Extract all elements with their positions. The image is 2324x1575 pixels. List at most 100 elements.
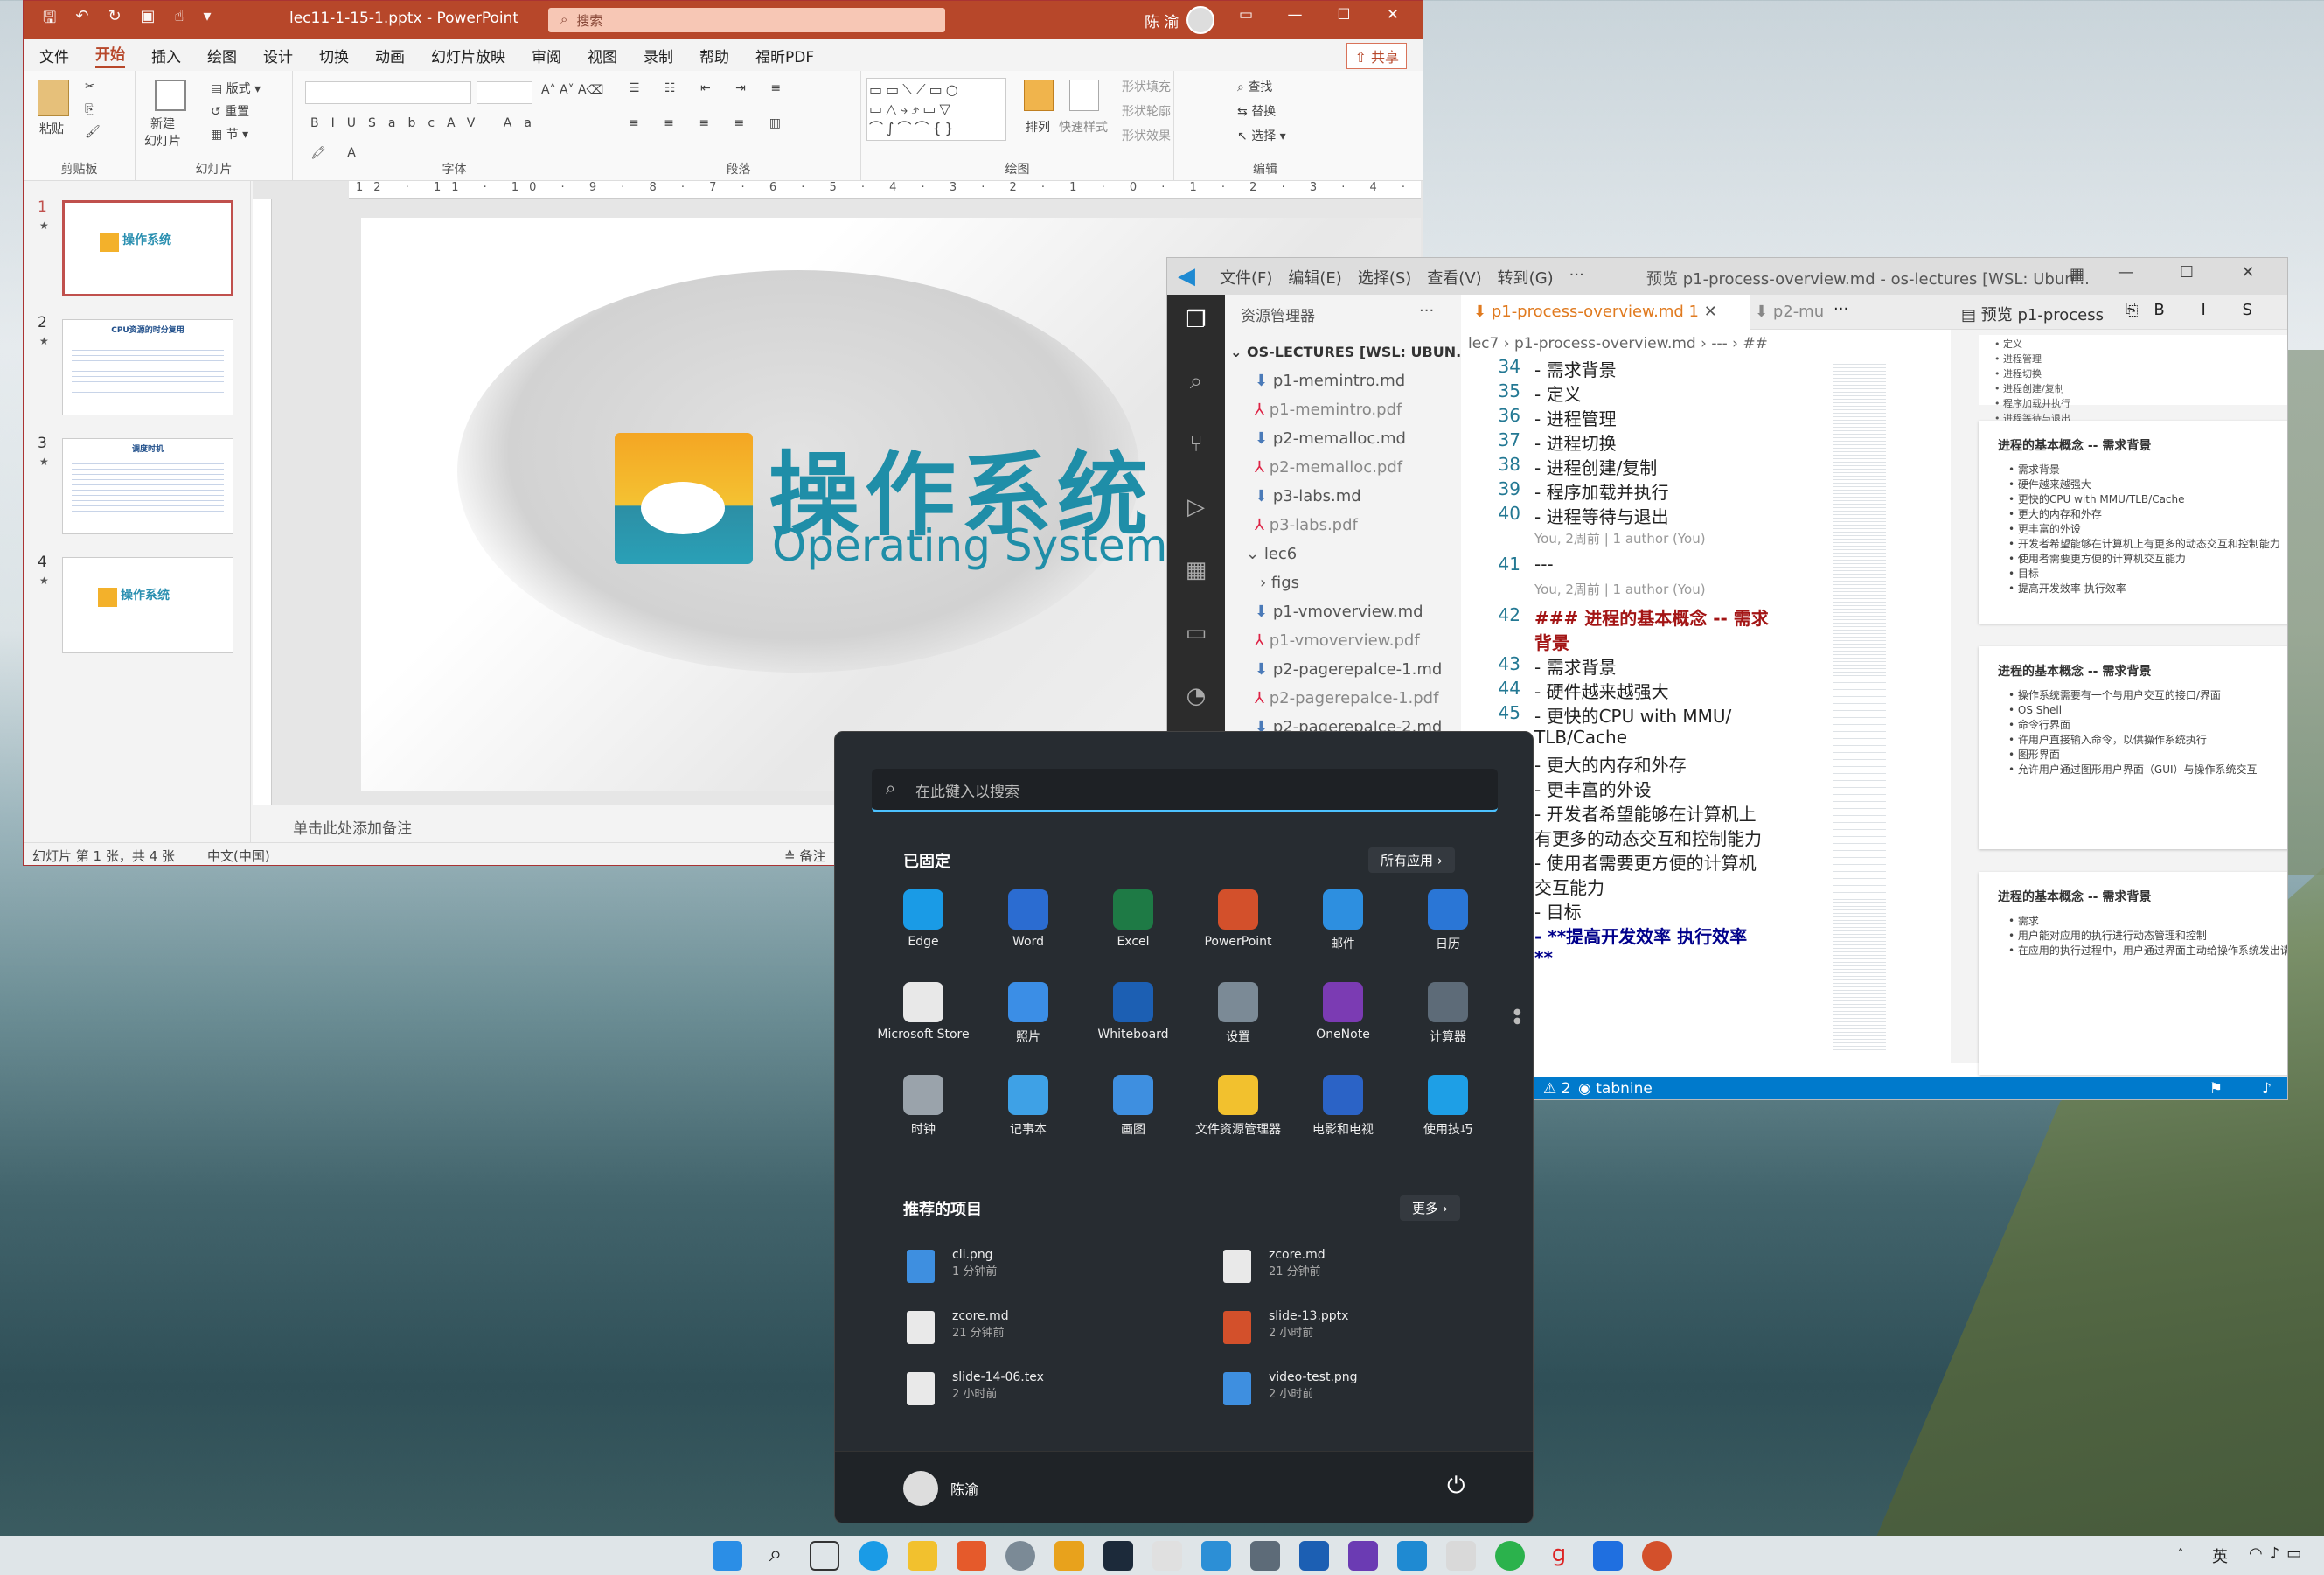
file-item[interactable]: ⬇ p2-pagerepalce-1.md (1255, 660, 1442, 679)
source-control-icon[interactable]: ⑂ (1180, 431, 1212, 463)
minimap[interactable] (1833, 361, 1886, 1052)
layout-icon[interactable]: ▦ (2070, 265, 2084, 283)
explorer-icon[interactable]: ❐ (1180, 307, 1212, 338)
tab-home[interactable]: 开始 (95, 42, 125, 68)
tab-record[interactable]: 录制 (644, 45, 673, 66)
menu-edit[interactable]: 编辑(E) (1288, 266, 1341, 289)
avatar[interactable] (1186, 6, 1214, 34)
tray-status-icons[interactable]: ◠♪▭ (2249, 1544, 2308, 1563)
avatar[interactable] (903, 1471, 938, 1506)
code-line[interactable]: 41 --- (1461, 554, 1828, 578)
notes-toggle[interactable]: ≙ 备注 (784, 847, 825, 865)
code-line[interactable]: 35 - 定义 (1461, 380, 1828, 405)
replace-button[interactable]: ⇆ 替换 (1237, 102, 1276, 120)
align-buttons[interactable]: ≡ ≡ ≡ ≡ ▥ (629, 116, 791, 130)
pinned-app[interactable]: 邮件 (1290, 889, 1396, 952)
folder-item[interactable]: › figs (1260, 574, 1299, 592)
edge-icon[interactable] (859, 1541, 888, 1571)
file-item[interactable]: ⅄ p1-vmoverview.pdf (1255, 631, 1420, 650)
recommended-item[interactable]: slide-14-06.tex 2 小时前 (907, 1370, 1044, 1405)
pinned-app[interactable]: 记事本 (975, 1075, 1082, 1138)
pinned-app[interactable]: Excel (1080, 889, 1186, 949)
shape-fill-button[interactable]: 形状填充 (1122, 78, 1171, 95)
recommended-item[interactable]: video-test.png 2 小时前 (1223, 1370, 1358, 1405)
undo-icon[interactable]: ↶ (75, 7, 88, 33)
terminal-icon[interactable] (1103, 1541, 1133, 1571)
code-line[interactable]: 36 - 进程管理 (1461, 405, 1828, 429)
pinned-app[interactable]: 照片 (975, 982, 1082, 1045)
copy-icon[interactable]: ⎘ (85, 102, 94, 116)
tab-animations[interactable]: 动画 (375, 45, 405, 66)
code-line[interactable]: 40 - 进程等待与退出 (1461, 503, 1828, 527)
user-name[interactable]: 陈渝 (950, 1478, 978, 1499)
snipping-icon[interactable] (1152, 1541, 1182, 1571)
app-icon[interactable] (957, 1541, 986, 1571)
share-button[interactable]: ⇧ 共享 (1346, 43, 1407, 69)
highlight-color-icon[interactable]: 🖍 A (310, 146, 365, 160)
new-slide-icon[interactable] (155, 80, 186, 111)
pinned-app[interactable]: 计算器 (1395, 982, 1501, 1045)
page-dots[interactable]: ● ● (1513, 1008, 1521, 1026)
tab-foxit[interactable]: 福昕PDF (755, 45, 814, 66)
tab-transitions[interactable]: 切换 (319, 45, 349, 66)
tab-help[interactable]: 帮助 (699, 45, 729, 66)
close-icon[interactable]: ✕ (1704, 303, 1717, 321)
preview-slide-card[interactable]: 进程的基本概念 -- 需求背景 • 需求 • 用户能对应用的执行进行动态管理和控制 •… (1979, 872, 2287, 1075)
new-slide-button[interactable]: 新建 幻灯片 (144, 115, 181, 150)
tab-insert[interactable]: 插入 (151, 45, 181, 66)
wechat-icon[interactable] (1495, 1541, 1525, 1571)
ppt-user-name[interactable]: 陈 渝 (1145, 10, 1179, 31)
present-icon[interactable]: ▣ (141, 7, 156, 33)
recommended-item[interactable]: cli.png 1 分钟前 (907, 1248, 997, 1283)
file-item[interactable]: ⅄ p1-memintro.pdf (1255, 401, 1402, 419)
vscode-icon[interactable] (1397, 1541, 1427, 1571)
tray-chevron-icon[interactable]: ˄ (2177, 1546, 2184, 1563)
shape-effect-button[interactable]: 形状效果 (1122, 127, 1171, 144)
close-icon[interactable]: ✕ (2217, 263, 2279, 282)
code-line[interactable]: 38 - 进程创建/复制 (1461, 454, 1828, 478)
pinned-app[interactable]: Word (975, 889, 1082, 949)
menu-more[interactable]: ··· (1569, 266, 1584, 289)
tab-inactive[interactable]: ⬇ p2-mu (1755, 303, 1824, 321)
section-button[interactable]: ▦ 节 ▾ (211, 125, 248, 143)
pinned-app[interactable]: Edge (870, 889, 977, 949)
breadcrumb[interactable]: lec7 › p1-process-overview.md › --- › ## (1461, 330, 1951, 358)
file-explorer-icon[interactable] (908, 1541, 937, 1571)
pinned-app[interactable]: 设置 (1185, 982, 1291, 1045)
reset-button[interactable]: ↺ 重置 (211, 102, 249, 120)
thumbnail-slide-2[interactable]: CPU资源的时分复用 (62, 319, 233, 415)
code-line[interactable]: 42 ### 进程的基本概念 -- 需求 (1461, 604, 1828, 629)
task-view-icon[interactable] (810, 1541, 839, 1571)
ppt-search-box[interactable]: ⌕ 搜索 (548, 8, 945, 32)
tab-view[interactable]: 视图 (588, 45, 617, 66)
list-buttons[interactable]: ☰ ☷ ⇤ ⇥ ≡ (629, 81, 791, 95)
tab-review[interactable]: 审阅 (532, 45, 561, 66)
maximize-icon[interactable]: ☐ (1319, 6, 1368, 24)
code-line[interactable]: 45 - 更快的CPU with MMU/ (1461, 702, 1828, 727)
extensions-icon[interactable]: ▦ (1180, 557, 1212, 589)
redo-icon[interactable]: ↻ (108, 7, 121, 33)
tab-active[interactable]: ⬇ p1-process-overview.md 1 ✕ (1461, 295, 1750, 330)
folder-icon[interactable] (1201, 1541, 1231, 1571)
calculator-icon[interactable] (1250, 1541, 1280, 1571)
folder-item[interactable]: ⌄ lec6 (1246, 545, 1297, 563)
pinned-app[interactable]: 画图 (1080, 1075, 1186, 1138)
find-button[interactable]: ⌕ 查找 (1237, 78, 1272, 95)
quick-styles-button[interactable]: 快速样式 (1059, 118, 1108, 136)
menu-file[interactable]: 文件(F) (1220, 266, 1272, 289)
menu-view[interactable]: 查看(V) (1427, 266, 1481, 289)
recommended-item[interactable]: zcore.md 21 分钟前 (1223, 1248, 1326, 1283)
code-line[interactable]: 44 - 硬件越来越强大 (1461, 678, 1828, 702)
arrange-icon[interactable] (1024, 80, 1054, 111)
tabs-more-icon[interactable]: ··· (1833, 300, 1848, 318)
file-item[interactable]: ⅄ p2-memalloc.pdf (1255, 458, 1402, 477)
file-item[interactable]: ⬇ p3-labs.md (1255, 487, 1361, 505)
thumbnail-slide-3[interactable]: 调度时机 (62, 438, 233, 534)
font-name-select[interactable] (305, 81, 471, 104)
start-icon[interactable] (713, 1541, 742, 1571)
file-item[interactable]: ⬇ p2-memalloc.md (1255, 429, 1406, 448)
code-line[interactable]: 34 - 需求背景 (1461, 356, 1828, 380)
file-item[interactable]: ⅄ p3-labs.pdf (1255, 516, 1358, 534)
app-icon[interactable] (1446, 1541, 1476, 1571)
code-line[interactable]: 43 - 需求背景 (1461, 653, 1828, 678)
